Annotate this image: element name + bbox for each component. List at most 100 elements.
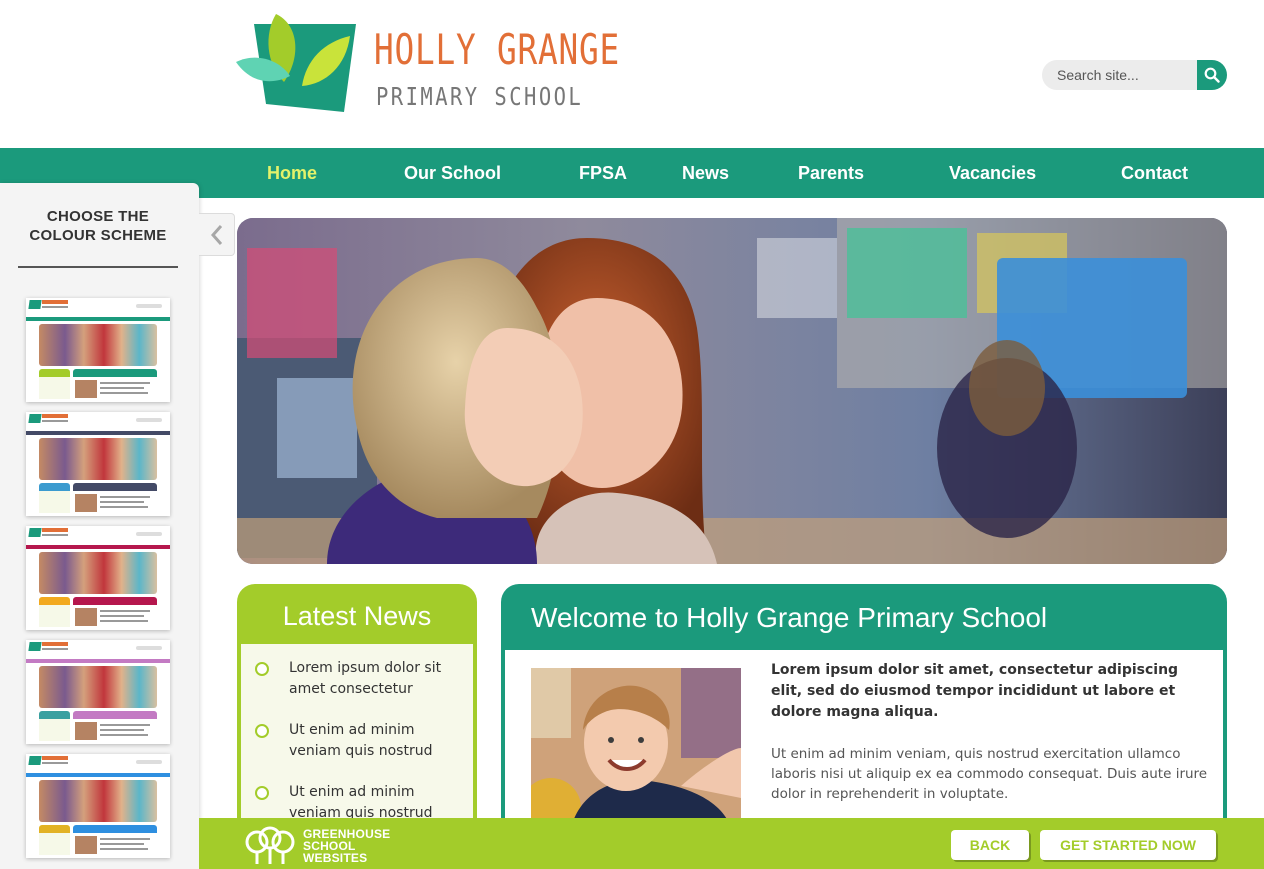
thumb-logo-text <box>42 756 68 760</box>
thumb-text-line <box>100 382 150 384</box>
thumb-logo-icon <box>28 414 42 423</box>
thumb-hero <box>39 780 157 822</box>
thumb-photo <box>75 722 97 740</box>
greenhouse-brand-text: GREENHOUSE SCHOOL WEBSITES <box>303 828 390 864</box>
brand-line: WEBSITES <box>303 851 368 865</box>
thumb-news <box>39 597 70 627</box>
school-logo[interactable]: HOLLY GRANGE PRIMARY SCHOOL <box>236 12 619 116</box>
thumb-logo-sub <box>42 534 68 536</box>
thumb-logo-icon <box>28 756 42 765</box>
thumb-text-line <box>100 843 144 845</box>
thumb-nav <box>26 545 170 549</box>
colour-scheme-option[interactable] <box>26 640 170 744</box>
welcome-photo <box>531 668 741 828</box>
nav-item-home[interactable]: Home <box>267 148 317 198</box>
thumb-text-line <box>100 387 144 389</box>
thumb-text-line <box>100 392 148 394</box>
thumb-text-line <box>100 610 150 612</box>
circle-bullet-icon <box>255 662 269 676</box>
circle-bullet-icon <box>255 724 269 738</box>
thumb-search <box>136 418 162 422</box>
thumb-search <box>136 760 162 764</box>
thumb-news <box>39 369 70 399</box>
thumb-text-line <box>100 620 148 622</box>
thumb-logo-text <box>42 642 68 646</box>
bottom-bar: GREENHOUSE SCHOOL WEBSITES BACK GET STAR… <box>199 818 1264 869</box>
nav-item-vacancies[interactable]: Vacancies <box>949 148 1036 198</box>
latest-news-title: Latest News <box>282 601 432 631</box>
collapse-panel-button[interactable] <box>199 213 235 256</box>
thumb-nav <box>26 773 170 777</box>
thumb-news <box>39 483 70 513</box>
thumb-hero <box>39 438 157 480</box>
thumb-logo-text <box>42 414 68 418</box>
smiling-boy-photo <box>531 668 741 828</box>
search-input[interactable] <box>1042 60 1202 90</box>
classroom-photo <box>237 218 1227 564</box>
search-icon <box>1204 67 1220 83</box>
greenhouse-logo[interactable]: GREENHOUSE SCHOOL WEBSITES <box>245 826 405 864</box>
thumb-photo <box>75 608 97 626</box>
thumb-nav <box>26 317 170 321</box>
thumb-search <box>136 646 162 650</box>
thumb-logo-sub <box>42 420 68 422</box>
greenhouse-tree-icon <box>245 826 295 864</box>
thumb-logo-text <box>42 300 68 304</box>
colour-scheme-option[interactable] <box>26 298 170 402</box>
thumb-logo-sub <box>42 648 68 650</box>
thumb-logo-sub <box>42 306 68 308</box>
back-button[interactable]: BACK <box>951 830 1029 860</box>
thumb-logo-icon <box>28 528 42 537</box>
thumb-hero <box>39 666 157 708</box>
thumb-news <box>39 825 70 855</box>
nav-item-our-school[interactable]: Our School <box>404 148 501 198</box>
get-started-button[interactable]: GET STARTED NOW <box>1040 830 1216 860</box>
thumb-search <box>136 532 162 536</box>
thumb-logo-text <box>42 528 68 532</box>
thumb-logo-icon <box>28 642 42 651</box>
thumb-search <box>136 304 162 308</box>
news-item-text: Lorem ipsum dolor sit amet consectetur <box>289 660 442 697</box>
thumb-text-line <box>100 848 148 850</box>
thumb-text-line <box>100 501 144 503</box>
divider <box>18 266 178 268</box>
thumb-text-line <box>100 734 148 736</box>
thumb-photo <box>75 380 97 398</box>
school-name: HOLLY GRANGE <box>374 25 621 74</box>
thumb-text-line <box>100 615 144 617</box>
hero-image <box>237 218 1227 564</box>
news-item-text: Ut enim ad minim veniam quis nostrud <box>289 722 433 759</box>
thumb-text-line <box>100 729 144 731</box>
thumb-hero <box>39 324 157 366</box>
thumb-photo <box>75 494 97 512</box>
thumb-hero <box>39 552 157 594</box>
colour-scheme-option[interactable] <box>26 526 170 630</box>
colour-scheme-option[interactable] <box>26 412 170 516</box>
thumb-nav <box>26 431 170 435</box>
circle-bullet-icon <box>255 786 269 800</box>
thumb-text-line <box>100 496 150 498</box>
thumb-nav <box>26 659 170 663</box>
page: HOLLY GRANGE PRIMARY SCHOOL Home Our Sch… <box>0 0 1264 869</box>
nav-item-contact[interactable]: Contact <box>1121 148 1188 198</box>
thumb-text-line <box>100 838 150 840</box>
thumb-news <box>39 711 70 741</box>
colour-scheme-option[interactable] <box>26 754 170 858</box>
colour-scheme-title: CHOOSE THE COLOUR SCHEME <box>29 208 167 244</box>
search-button[interactable] <box>1197 60 1227 90</box>
welcome-lead-text: Lorem ipsum dolor sit amet, consectetur … <box>771 662 1179 720</box>
chevron-left-icon <box>210 224 222 245</box>
site-search <box>1042 60 1227 90</box>
nav-item-news[interactable]: News <box>682 148 729 198</box>
nav-item-parents[interactable]: Parents <box>798 148 864 198</box>
thumb-logo-icon <box>28 300 42 309</box>
nav-item-fpsa[interactable]: FPSA <box>579 148 627 198</box>
thumb-photo <box>75 836 97 854</box>
leaf-logo-icon <box>236 14 356 112</box>
thumb-text-line <box>100 506 148 508</box>
welcome-paragraph: Ut enim ad minim veniam, quis nostrud ex… <box>771 746 1208 802</box>
welcome-title: Welcome to Holly Grange Primary School <box>531 602 1048 633</box>
thumb-text-line <box>100 724 150 726</box>
school-type: PRIMARY SCHOOL <box>376 82 584 111</box>
thumb-logo-sub <box>42 762 68 764</box>
